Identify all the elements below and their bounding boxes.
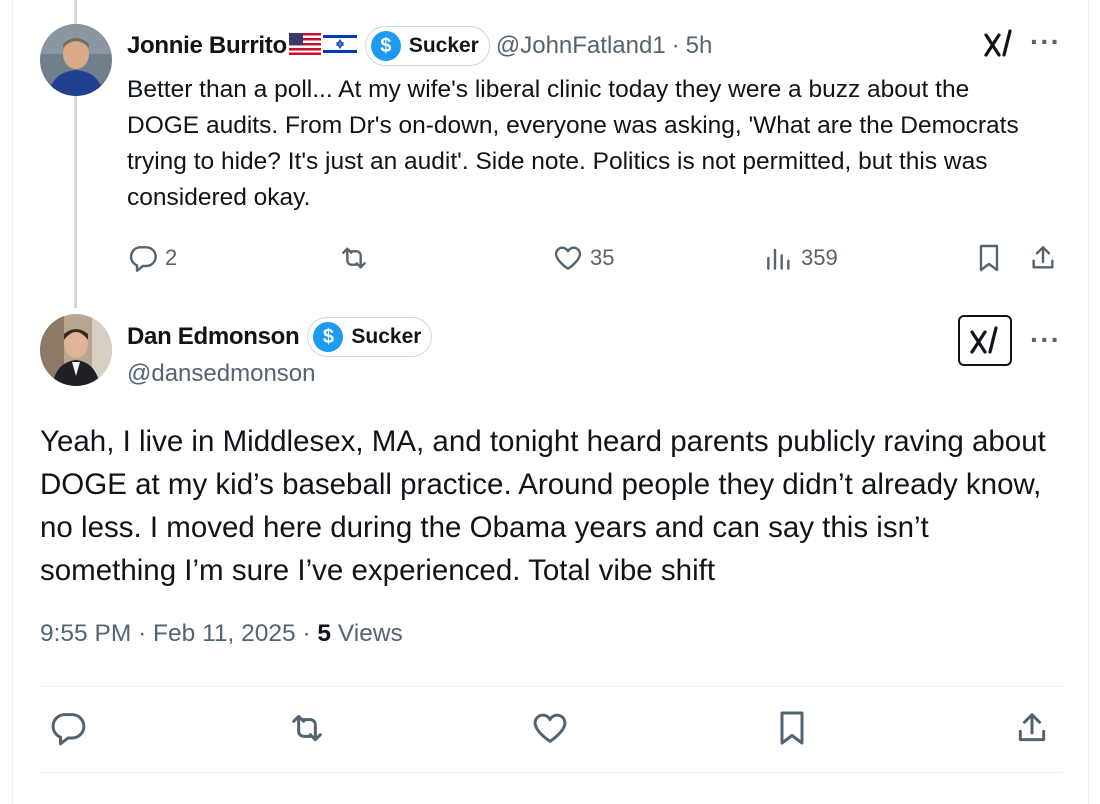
- bookmark-icon: [979, 244, 999, 272]
- display-name[interactable]: Jonnie Burrito: [127, 32, 287, 60]
- reply-icon: [129, 246, 157, 272]
- analytics-icon: [767, 248, 790, 270]
- like-count: 35: [590, 245, 615, 270]
- like-button[interactable]: 35: [552, 242, 614, 274]
- views-count: 5: [317, 620, 332, 647]
- tweet-text: Yeah, I live in Middlesex, MA, and tonig…: [40, 425, 1046, 587]
- handle[interactable]: @JohnFatland1: [496, 32, 666, 60]
- parent-tweet-header: Jonnie Burrito $ Sucker @JohnFatland1 · …: [127, 26, 712, 66]
- more-options-icon[interactable]: ···: [1030, 28, 1061, 56]
- bookmark-button[interactable]: [973, 242, 1011, 274]
- share-button[interactable]: [1027, 242, 1065, 274]
- us-flag-icon: [288, 32, 321, 60]
- grok-icon[interactable]: [982, 27, 1016, 61]
- views-label: Views: [337, 620, 403, 647]
- tweet-meta: 9:55 PM · Feb 11, 2025 · 5 Views: [40, 620, 403, 648]
- parent-action-bar: 2 35 359: [127, 238, 1067, 278]
- main-tweet-header: Dan Edmonson $ Sucker: [127, 316, 433, 358]
- separator: ·: [138, 620, 147, 647]
- subscription-badge[interactable]: $ Sucker: [307, 317, 433, 357]
- share-icon: [1018, 713, 1046, 742]
- views-count: 359: [801, 245, 838, 270]
- handle[interactable]: @dansedmonson: [127, 360, 315, 388]
- share-button[interactable]: [1012, 708, 1052, 753]
- badge-label: Sucker: [351, 325, 422, 348]
- dollar-icon: $: [370, 31, 401, 61]
- divider: [40, 686, 1062, 687]
- retweet-icon: [292, 714, 322, 742]
- separator: ·: [302, 620, 311, 647]
- grok-icon[interactable]: [958, 315, 1012, 366]
- subscription-badge[interactable]: $ Sucker: [364, 26, 490, 66]
- bookmark-icon: [780, 711, 804, 745]
- more-options-icon[interactable]: ···: [1030, 326, 1061, 354]
- timestamp[interactable]: 5h: [686, 32, 713, 60]
- reply-button[interactable]: 2: [127, 242, 177, 274]
- separator: ·: [671, 32, 680, 59]
- badge-label: Sucker: [408, 34, 479, 57]
- avatar[interactable]: [40, 314, 112, 386]
- views-button[interactable]: 359: [763, 242, 838, 274]
- retweet-button[interactable]: [286, 708, 328, 753]
- divider: [40, 772, 1062, 773]
- like-button[interactable]: [530, 708, 570, 753]
- display-name[interactable]: Dan Edmonson: [127, 323, 300, 351]
- bookmark-button[interactable]: [772, 708, 812, 753]
- reply-count: 2: [165, 245, 178, 270]
- dollar-icon: $: [313, 322, 344, 352]
- tweet-date[interactable]: Feb 11, 2025: [153, 620, 296, 647]
- heart-icon: [554, 246, 582, 270]
- tweet-text: Better than a poll... At my wife's liber…: [127, 76, 1019, 211]
- israel-flag-icon: [322, 32, 358, 60]
- reply-icon: [51, 713, 86, 746]
- main-action-bar: [40, 708, 1062, 754]
- avatar[interactable]: [40, 24, 112, 96]
- retweet-button[interactable]: [337, 242, 377, 274]
- share-icon: [1032, 246, 1054, 269]
- heart-icon: [533, 713, 567, 743]
- retweet-icon: [342, 247, 366, 269]
- reply-button[interactable]: [48, 708, 88, 753]
- tweet-time[interactable]: 9:55 PM: [40, 620, 131, 647]
